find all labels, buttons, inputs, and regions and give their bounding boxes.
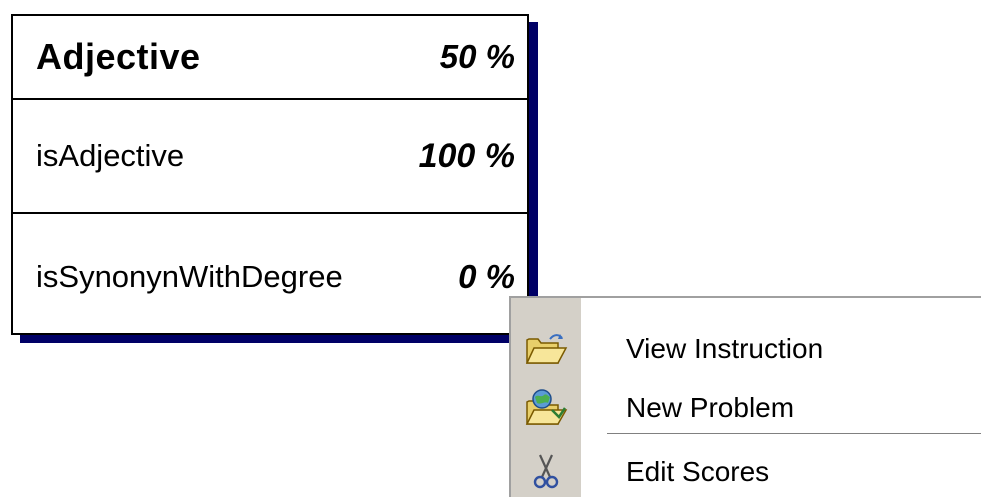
score-row: isAdjective 100 % [13, 100, 527, 214]
score-row: isSynonynWithDegree 0 % [13, 214, 527, 333]
menu-item-label: Edit Scores [626, 456, 770, 487]
menu-separator [607, 433, 981, 435]
context-menu: View Instruction New Problem Edit Scores [509, 296, 981, 497]
menu-item-label: New Problem [626, 392, 795, 423]
menu-item-new-problem[interactable]: New Problem [511, 382, 981, 434]
page: Adjective 50 % isAdjective 100 % isSynon… [0, 0, 981, 497]
score-row-label: Adjective [36, 36, 201, 77]
scissors-icon [511, 446, 581, 497]
menu-item-view-instruction[interactable]: View Instruction [511, 323, 981, 375]
menu-item-edit-scores[interactable]: Edit Scores [511, 446, 981, 497]
folder-globe-icon [511, 382, 581, 434]
score-card[interactable]: Adjective 50 % isAdjective 100 % isSynon… [11, 14, 529, 335]
score-row-value: 50 % [439, 38, 515, 75]
score-row-label: isAdjective [36, 138, 185, 173]
open-folder-icon [511, 323, 581, 375]
score-row-label: isSynonynWithDegree [36, 258, 343, 294]
menu-item-label: View Instruction [626, 333, 824, 364]
score-row-value: 100 % [418, 136, 515, 175]
score-row-header: Adjective 50 % [13, 16, 527, 100]
score-row-value: 0 % [458, 257, 515, 295]
